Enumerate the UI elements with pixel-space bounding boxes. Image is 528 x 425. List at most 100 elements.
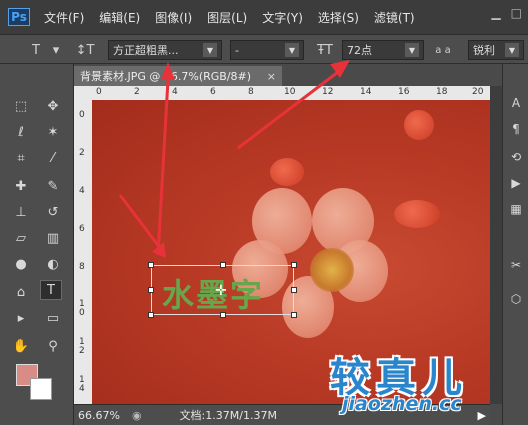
ruler-tick-label: 14 xyxy=(360,87,372,97)
ruler-tick-label: 10 xyxy=(284,87,296,97)
toggle-text-orientation-icon[interactable]: ↕T xyxy=(74,40,96,60)
marquee-tool-icon[interactable]: ⬚ xyxy=(10,96,32,116)
reference-point-icon: ✛ xyxy=(215,283,227,299)
ruler-tick-label: 16 xyxy=(398,87,410,97)
type-tool-icon[interactable]: T xyxy=(40,280,62,300)
history-brush-tool-icon[interactable]: ↺ xyxy=(42,202,64,222)
document-size: 文档:1.37M/1.37M xyxy=(179,409,277,422)
ruler-tick-label: 8 xyxy=(248,87,254,97)
background-color-swatch[interactable] xyxy=(30,378,52,400)
dodge-tool-icon[interactable]: ◐ xyxy=(42,254,64,274)
ruler-tick-label: 18 xyxy=(436,87,448,97)
transform-handle[interactable] xyxy=(291,312,297,318)
transform-handle[interactable] xyxy=(291,262,297,268)
antialias-icon: a a xyxy=(435,44,451,56)
flower-bud xyxy=(404,110,434,140)
eyedropper-tool-icon[interactable]: ⁄ xyxy=(42,148,64,168)
transform-handle[interactable] xyxy=(148,312,154,318)
ruler-tick-label: 2 xyxy=(79,148,85,158)
type-tool-preset-icon[interactable]: T xyxy=(26,40,46,60)
menu-select[interactable]: 选择(S) xyxy=(318,9,359,26)
ruler-tick-label: 1 2 xyxy=(79,337,85,356)
transform-handle[interactable] xyxy=(291,287,297,293)
font-family-value: 方正超粗黑... xyxy=(113,44,179,57)
options-bar: T ▾ ↕T 方正超粗黑... ▼ - ▼ ŦT 72点 ▼ a a 锐利 ▼ xyxy=(0,34,528,64)
status-info-icon[interactable]: ◉ xyxy=(132,409,142,422)
font-style-select[interactable]: - ▼ xyxy=(230,40,304,60)
window-controls: ▁ □ xyxy=(491,6,522,20)
brush-tool-icon[interactable]: ✎ xyxy=(42,176,64,196)
flower-bud xyxy=(270,158,304,186)
ruler-tick-label: 6 xyxy=(210,87,216,97)
pen-tool-icon[interactable]: ⌂ xyxy=(10,282,32,302)
zoom-level[interactable]: 66.67% xyxy=(78,409,120,422)
close-icon[interactable]: × xyxy=(267,70,276,83)
photoshop-logo: Ps xyxy=(8,8,30,26)
font-style-value: - xyxy=(235,43,239,57)
menu-edit[interactable]: 编辑(E) xyxy=(99,9,140,26)
transform-handle[interactable] xyxy=(148,287,154,293)
horizontal-ruler: 0 2 4 6 8 10 12 14 16 18 20 xyxy=(92,86,490,100)
menu-image[interactable]: 图像(I) xyxy=(155,9,192,26)
eraser-tool-icon[interactable]: ▱ xyxy=(10,228,32,248)
healing-brush-tool-icon[interactable]: ✚ xyxy=(10,176,32,196)
vertical-ruler: 0 2 4 6 8 1 0 1 2 1 4 xyxy=(74,86,92,404)
minimize-icon[interactable]: ▁ xyxy=(491,6,500,20)
transform-handle[interactable] xyxy=(220,312,226,318)
gradient-tool-icon[interactable]: ▥ xyxy=(42,228,64,248)
ruler-tick-label: 0 xyxy=(79,110,85,120)
move-tool-icon[interactable]: ✥ xyxy=(42,96,64,116)
watermark: 较真儿 jiaozhen.cc xyxy=(330,345,528,425)
chevron-down-icon: ▼ xyxy=(203,43,217,57)
menu-type[interactable]: 文字(Y) xyxy=(262,9,303,26)
ruler-tick-label: 2 xyxy=(134,87,140,97)
actions-panel-icon[interactable]: ▶ xyxy=(507,174,525,192)
ruler-tick-label: 1 0 xyxy=(79,299,85,318)
crop-tool-icon[interactable]: ⌗ xyxy=(10,148,32,168)
transform-handle[interactable] xyxy=(220,262,226,268)
chevron-down-icon: ▼ xyxy=(505,43,519,57)
swatches-panel-icon[interactable]: ▦ xyxy=(507,200,525,218)
antialias-select[interactable]: 锐利 ▼ xyxy=(468,40,524,60)
ruler-tick-label: 8 xyxy=(79,262,85,272)
adjustments-panel-icon[interactable]: ✂ xyxy=(507,256,525,274)
shape-tool-icon[interactable]: ▭ xyxy=(42,308,64,328)
menu-layer[interactable]: 图层(L) xyxy=(207,9,247,26)
ruler-tick-label: 4 xyxy=(172,87,178,97)
font-size-icon: ŦT xyxy=(317,42,333,58)
ruler-tick-label: 6 xyxy=(79,224,85,234)
lasso-tool-icon[interactable]: ℓ xyxy=(10,122,32,142)
ruler-tick-label: 1 4 xyxy=(79,375,85,394)
zoom-tool-icon[interactable]: ⚲ xyxy=(42,336,64,356)
transform-handle[interactable] xyxy=(148,262,154,268)
ruler-tick-label: 12 xyxy=(322,87,334,97)
menu-bar: Ps 文件(F) 编辑(E) 图像(I) 图层(L) 文字(Y) 选择(S) 滤… xyxy=(0,0,528,34)
flower-bud xyxy=(394,200,440,228)
history-panel-icon[interactable]: ⟲ xyxy=(507,148,525,166)
paragraph-panel-icon[interactable]: ¶ xyxy=(507,120,525,138)
font-size-value: 72点 xyxy=(347,44,372,57)
document-tab-title: 背景素材.JPG @ 66.7%(RGB/8#) xyxy=(80,70,252,83)
hand-tool-icon[interactable]: ✋ xyxy=(10,336,32,356)
ruler-tick-label: 20 xyxy=(472,87,484,97)
clone-stamp-tool-icon[interactable]: ⊥ xyxy=(10,202,32,222)
main-menu: 文件(F) 编辑(E) 图像(I) 图层(L) 文字(Y) 选择(S) 滤镜(T… xyxy=(44,9,430,26)
chevron-down-icon: ▼ xyxy=(285,43,299,57)
font-size-select[interactable]: 72点 ▼ xyxy=(342,40,424,60)
blur-tool-icon[interactable]: ● xyxy=(10,254,32,274)
preset-dropdown-icon[interactable]: ▾ xyxy=(50,40,62,60)
3d-panel-icon[interactable]: ⬡ xyxy=(507,290,525,308)
font-family-select[interactable]: 方正超粗黑... ▼ xyxy=(108,40,222,60)
path-selection-tool-icon[interactable]: ▸ xyxy=(10,308,32,328)
maximize-icon[interactable]: □ xyxy=(511,6,522,20)
menu-file[interactable]: 文件(F) xyxy=(44,9,84,26)
document-tab[interactable]: 背景素材.JPG @ 66.7%(RGB/8#) × xyxy=(74,66,282,86)
magic-wand-tool-icon[interactable]: ✶ xyxy=(42,122,64,142)
ruler-tick-label: 0 xyxy=(96,87,102,97)
chevron-down-icon: ▼ xyxy=(405,43,419,57)
ruler-tick-label: 4 xyxy=(79,186,85,196)
character-panel-icon[interactable]: A xyxy=(507,94,525,112)
flower-stamen xyxy=(310,248,354,292)
toolbox: ⬚ ✥ ℓ ✶ ⌗ ⁄ ✚ ✎ ⊥ ↺ ▱ ▥ ● ◐ ⌂ T ▸ ▭ ✋ ⚲ xyxy=(0,64,74,425)
menu-filter[interactable]: 滤镜(T) xyxy=(374,9,415,26)
